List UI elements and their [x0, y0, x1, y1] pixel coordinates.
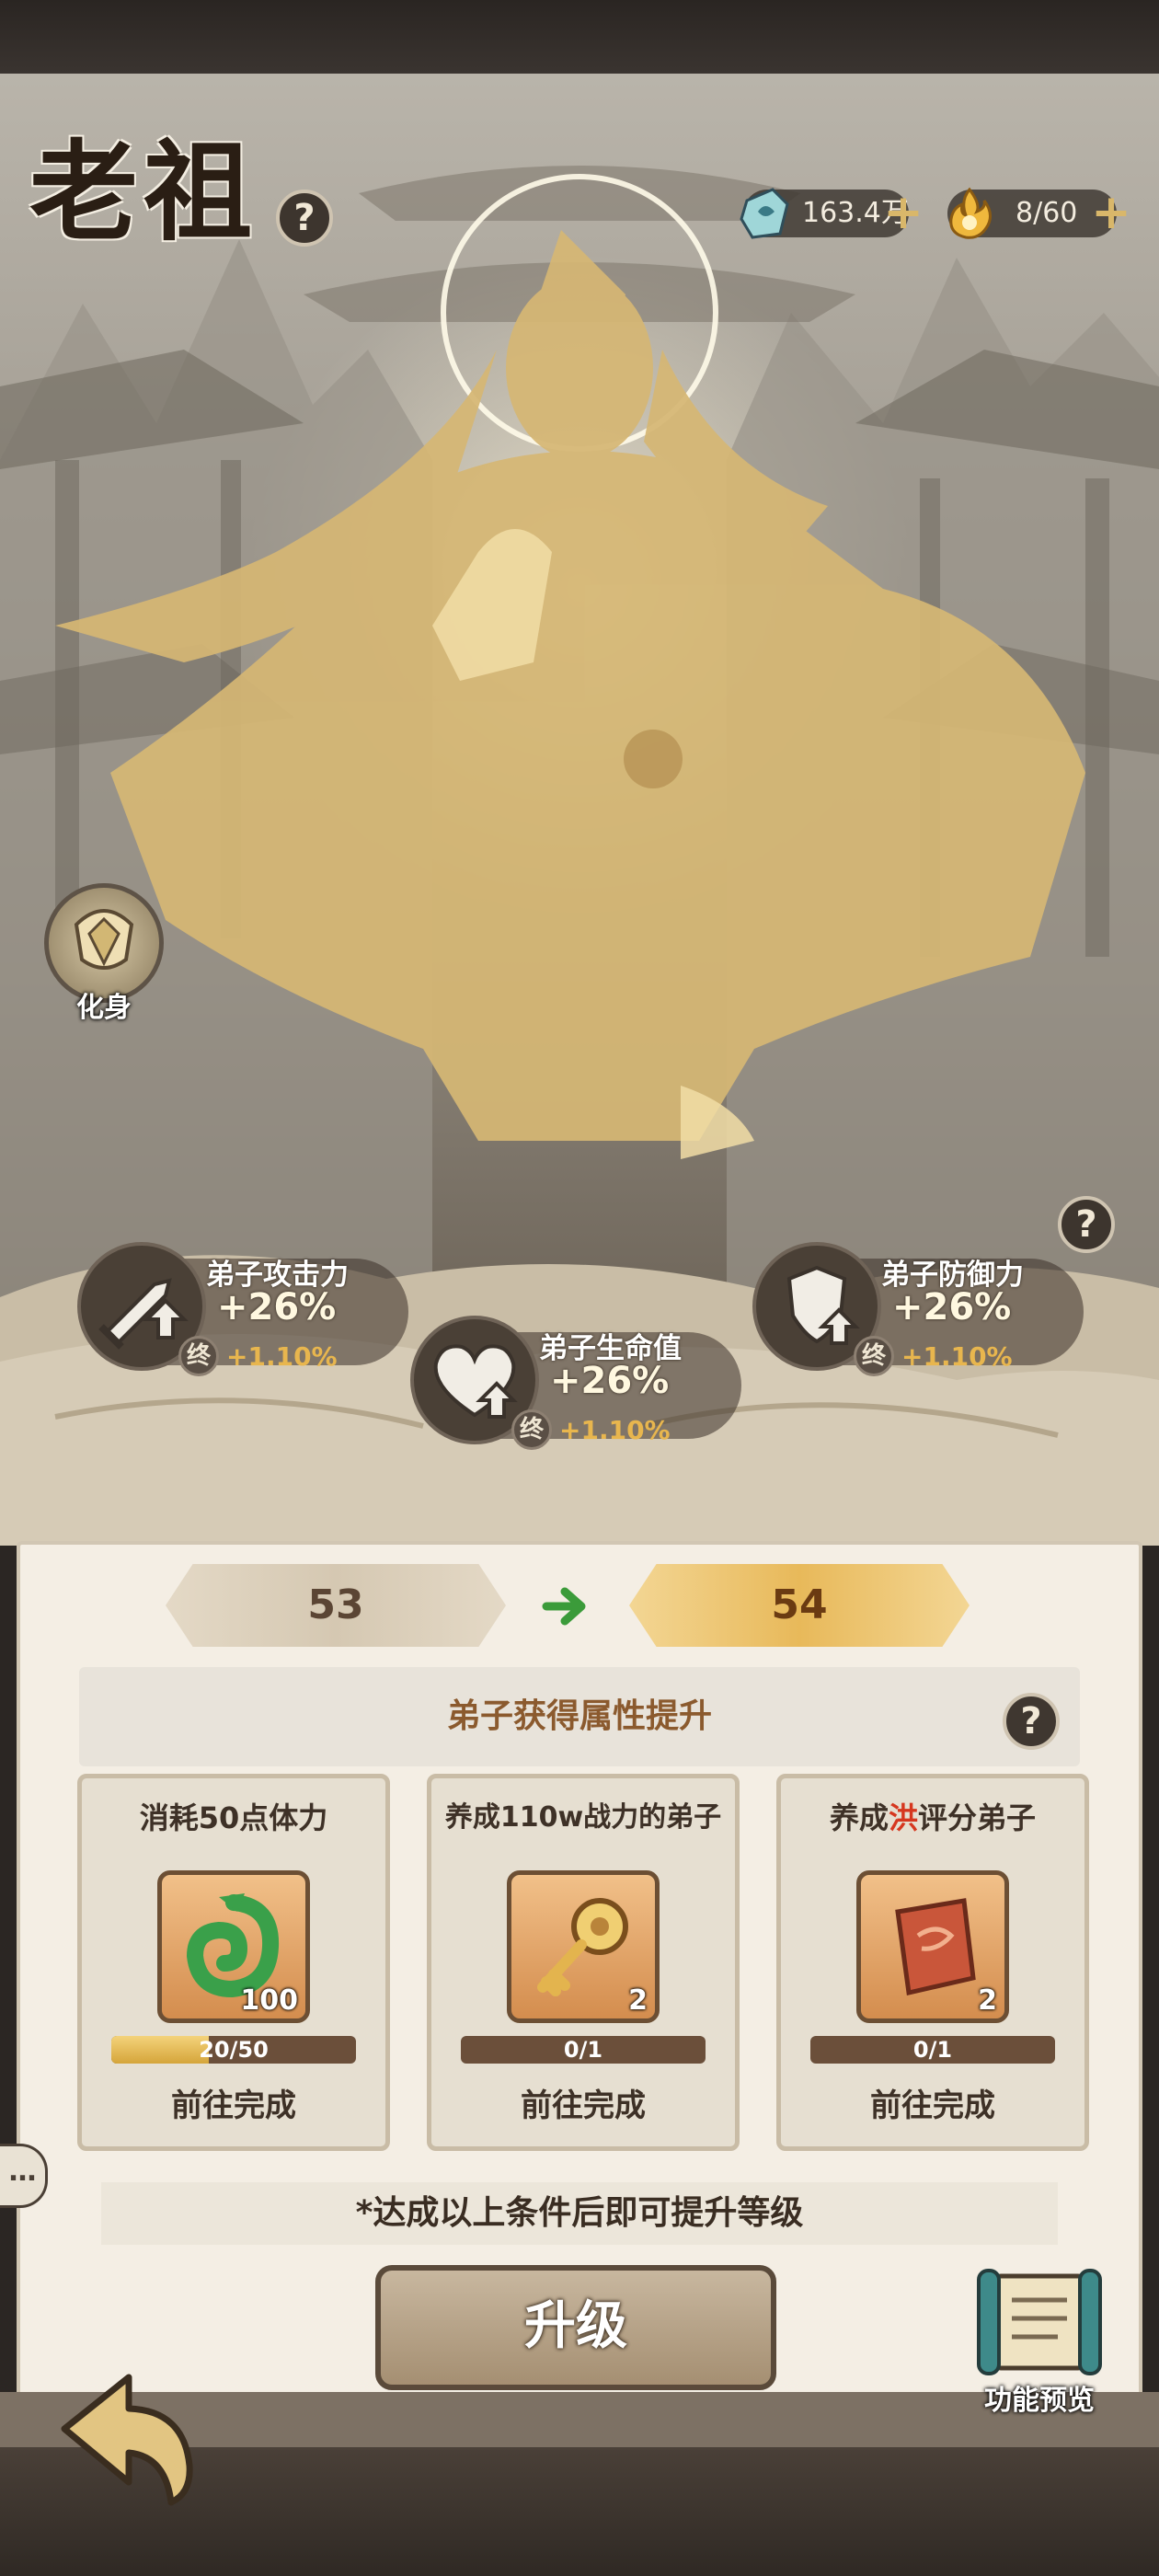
next-level: 54	[629, 1564, 970, 1647]
spirit-stone-icon	[740, 188, 789, 239]
crown-icon	[74, 909, 134, 970]
stat-extra: +1.10%	[559, 1415, 671, 1445]
task-reward-item[interactable]: 2	[856, 1870, 1009, 2023]
task-title: 养成洪评分弟子	[829, 1800, 1037, 1835]
stat-value: +26%	[217, 1286, 337, 1328]
task-progress-text: 20/50	[199, 2037, 269, 2063]
go-complete-button[interactable]: 前往完成	[93, 2071, 374, 2141]
stat-defense: 弟子防御力 +26% 终 +1.10%	[752, 1242, 1102, 1380]
task-reward-item[interactable]: 100	[157, 1870, 310, 2023]
back-arrow-icon	[61, 2374, 193, 2506]
go-complete-button[interactable]: 前往完成	[792, 2071, 1073, 2141]
task-title: 养成110w战力的弟子	[444, 1801, 722, 1834]
help-icon[interactable]: ?	[276, 190, 333, 247]
page-title: 老祖	[29, 128, 258, 256]
task-progress-text: 0/1	[563, 2037, 603, 2063]
attribute-header-title: 弟子获得属性提升	[446, 1697, 712, 1735]
current-level: 53	[166, 1564, 506, 1647]
task-progress-bar: 0/1	[461, 2036, 706, 2064]
feature-preview-button[interactable]: 功能预览	[957, 2263, 1122, 2429]
task-card: 消耗50点体力 100 20/50 前往完成	[77, 1774, 390, 2151]
add-stamina-button[interactable]: +	[1089, 189, 1133, 236]
task-progress-bar: 0/1	[810, 2036, 1055, 2064]
stat-badge: 终	[178, 1336, 219, 1376]
currency-value: 8/60	[1016, 197, 1078, 229]
chat-tab[interactable]: …	[0, 2144, 48, 2208]
transform-button[interactable]: 化身	[44, 883, 166, 1024]
stat-badge: 终	[854, 1336, 894, 1376]
feature-preview-label: 功能预览	[984, 2385, 1095, 2417]
stat-badge: 终	[511, 1409, 552, 1450]
add-spirit-stone-button[interactable]: +	[881, 189, 925, 236]
arrow-right-icon	[542, 1587, 586, 1626]
task-title: 消耗50点体力	[139, 1800, 328, 1835]
stat-value: +26%	[550, 1360, 670, 1402]
stat-health: 弟子生命值 +26% 终 +1.10%	[410, 1316, 760, 1454]
task-progress-bar: 20/50	[111, 2036, 356, 2064]
scroll-icon	[977, 2269, 1102, 2375]
item-quantity: 100	[240, 1984, 298, 2017]
currency-stamina: 8/60 +	[947, 187, 1131, 239]
stat-extra: +1.10%	[226, 1341, 338, 1372]
item-quantity: 2	[628, 1984, 648, 2017]
attribute-header: 弟子获得属性提升	[79, 1667, 1080, 1766]
top-strip	[0, 0, 1159, 74]
task-card: 养成洪评分弟子 2 0/1 前往完成	[776, 1774, 1089, 2151]
task-progress-text: 0/1	[912, 2037, 953, 2063]
go-complete-button[interactable]: 前往完成	[442, 2071, 724, 2141]
back-button[interactable]	[46, 2364, 202, 2512]
transform-label: 化身	[76, 992, 132, 1024]
currency-spirit-stone: 163.4万 +	[740, 188, 924, 239]
item-quantity: 2	[978, 1984, 997, 2017]
upgrade-button[interactable]: 升级	[375, 2265, 776, 2390]
stat-value: +26%	[892, 1286, 1012, 1328]
stat-attack: 弟子攻击力 +26% 终 +1.10%	[77, 1242, 427, 1380]
attribute-help-icon[interactable]: ?	[1003, 1693, 1060, 1750]
stamina-flame-icon	[949, 187, 992, 239]
task-reward-item[interactable]: 2	[507, 1870, 660, 2023]
stat-extra: +1.10%	[901, 1341, 1013, 1372]
upgrade-hint: *达成以上条件后即可提升等级	[101, 2182, 1058, 2245]
task-card: 养成110w战力的弟子 2 0/1 前往完成	[427, 1774, 740, 2151]
